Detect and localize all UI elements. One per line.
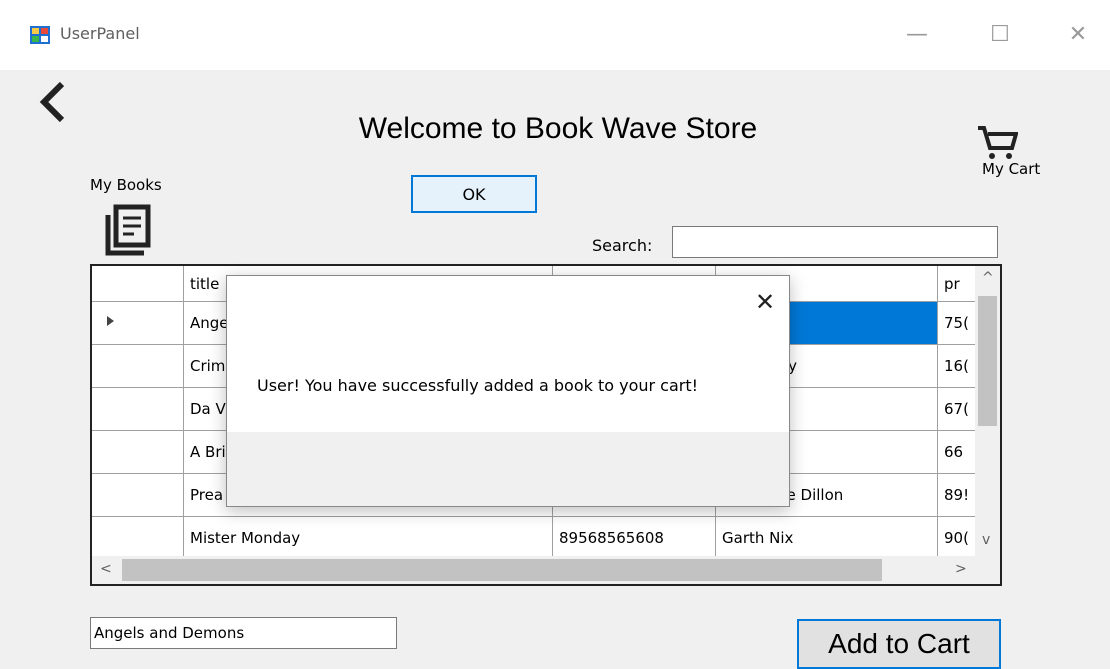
scroll-left-icon[interactable]: < bbox=[100, 561, 112, 577]
dialog-message: User! You have successfully added a book… bbox=[257, 376, 699, 395]
search-input[interactable] bbox=[672, 226, 998, 258]
row-selector[interactable] bbox=[92, 301, 184, 345]
window-title: UserPanel bbox=[60, 24, 140, 43]
close-button[interactable]: ✕ bbox=[1058, 20, 1098, 50]
my-books-icon[interactable] bbox=[104, 203, 152, 257]
row-selector[interactable] bbox=[92, 473, 184, 517]
dialog-footer bbox=[227, 432, 789, 506]
cell-price[interactable]: 66 bbox=[937, 430, 978, 474]
horizontal-scroll-thumb[interactable] bbox=[122, 559, 882, 581]
minimize-button[interactable]: — bbox=[897, 20, 937, 50]
add-to-cart-button[interactable]: Add to Cart bbox=[797, 619, 1001, 669]
row-selector[interactable] bbox=[92, 344, 184, 388]
cell-price[interactable]: 90( bbox=[937, 516, 978, 560]
vertical-scrollbar[interactable]: ^ v bbox=[975, 266, 1000, 556]
cell-price[interactable]: 89! bbox=[937, 473, 978, 517]
scroll-down-icon[interactable]: v bbox=[982, 532, 990, 548]
search-label: Search: bbox=[592, 236, 653, 255]
app-icon bbox=[30, 26, 50, 44]
cell-price[interactable]: 75( bbox=[937, 301, 978, 345]
cell-author[interactable]: Garth Nix bbox=[715, 516, 938, 560]
vertical-scroll-thumb[interactable] bbox=[978, 296, 997, 426]
table-row[interactable]: Mister Monday 89568565608 Garth Nix 90( bbox=[92, 516, 978, 560]
scrollbar-corner bbox=[975, 556, 1000, 584]
horizontal-scrollbar[interactable]: < > bbox=[92, 556, 977, 584]
cell-price[interactable]: 16( bbox=[937, 344, 978, 388]
dialog-close-icon[interactable]: ✕ bbox=[755, 288, 775, 316]
cell-isbn[interactable]: 89568565608 bbox=[552, 516, 716, 560]
maximize-button[interactable]: ☐ bbox=[980, 20, 1020, 50]
scroll-right-icon[interactable]: > bbox=[955, 561, 967, 577]
message-dialog: ✕ User! You have successfully added a bo… bbox=[226, 275, 790, 507]
dialog-ok-button[interactable]: OK bbox=[411, 175, 537, 213]
row-header-corner bbox=[92, 266, 184, 302]
scroll-up-icon[interactable]: ^ bbox=[982, 270, 994, 286]
my-cart-label[interactable]: My Cart bbox=[982, 160, 1040, 178]
page-title: Welcome to Book Wave Store bbox=[358, 112, 758, 145]
row-selector[interactable] bbox=[92, 516, 184, 560]
cell-price[interactable]: 67( bbox=[937, 387, 978, 431]
row-selector[interactable] bbox=[92, 430, 184, 474]
row-selector[interactable] bbox=[92, 387, 184, 431]
cart-icon[interactable] bbox=[976, 124, 1018, 160]
selected-book-field[interactable] bbox=[90, 617, 397, 649]
cell-title[interactable]: Mister Monday bbox=[183, 516, 553, 560]
window-titlebar: UserPanel — ☐ ✕ bbox=[0, 0, 1110, 70]
column-header-price[interactable]: pr bbox=[937, 266, 978, 302]
current-row-indicator-icon bbox=[107, 316, 114, 326]
my-books-label[interactable]: My Books bbox=[90, 176, 162, 194]
